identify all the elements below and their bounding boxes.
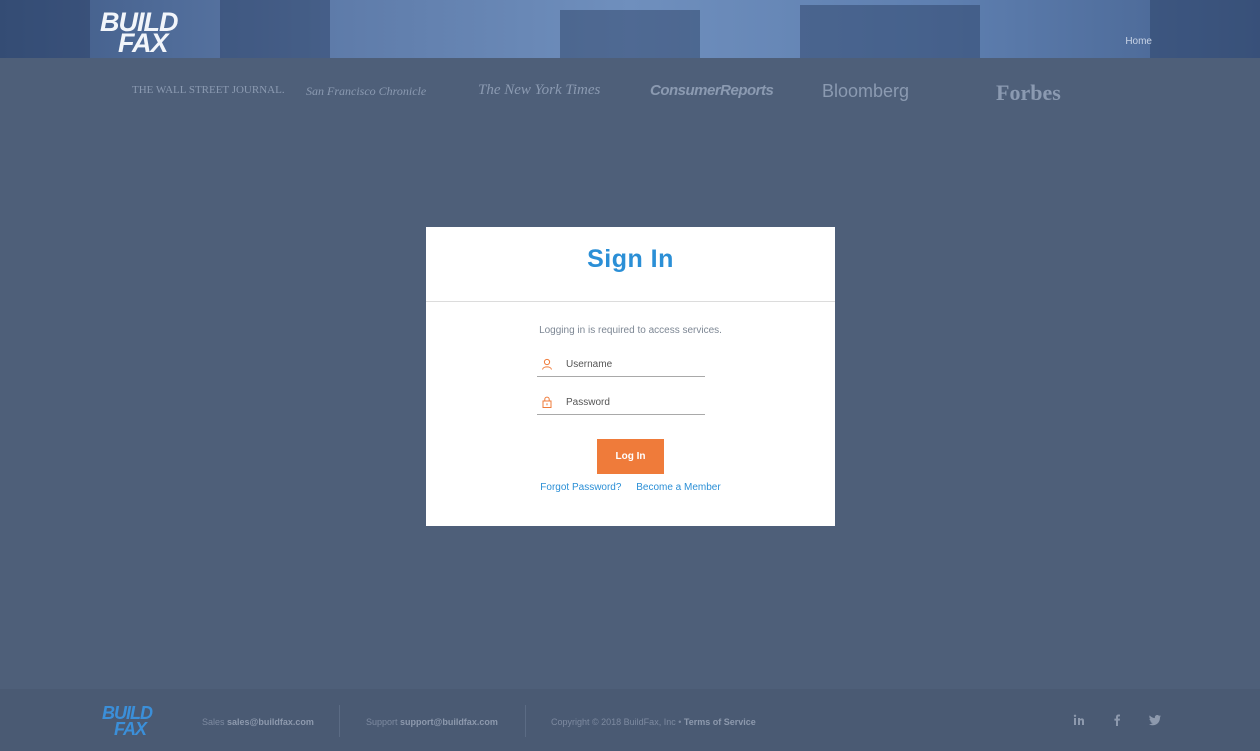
footer-sales: Sales sales@buildfax.com — [202, 717, 314, 727]
modal-header: Sign In — [426, 227, 835, 302]
buildfax-logo[interactable]: BUILD FAX — [100, 9, 178, 57]
become-member-link[interactable]: Become a Member — [636, 482, 720, 493]
lock-icon — [542, 396, 552, 408]
building-silhouette — [220, 0, 330, 58]
sales-label: Sales — [202, 717, 225, 727]
support-label: Support — [366, 717, 398, 727]
username-field — [537, 352, 705, 377]
password-input[interactable] — [566, 393, 701, 411]
footer: BUILD FAX Sales sales@buildfax.com Suppo… — [0, 689, 1260, 751]
hero-banner: BUILD FAX Home — [0, 0, 1260, 58]
building-silhouette — [800, 5, 980, 58]
press-logos-bar: THE WALL STREET JOURNAL. San Francisco C… — [0, 58, 1260, 128]
footer-divider — [525, 705, 526, 737]
press-logo-sf-chronicle: San Francisco Chronicle — [306, 84, 427, 98]
user-icon — [542, 358, 552, 370]
footer-logo[interactable]: BUILD FAX — [102, 704, 153, 739]
footer-copyright: Copyright © 2018 BuildFax, Inc • Terms o… — [551, 717, 756, 727]
signin-hint: Logging in is required to access service… — [539, 325, 722, 336]
support-email-link[interactable]: support@buildfax.com — [400, 717, 498, 727]
facebook-icon[interactable] — [1110, 713, 1124, 727]
username-input[interactable] — [566, 355, 701, 373]
modal-title: Sign In — [587, 245, 674, 273]
press-logo-forbes: Forbes — [996, 80, 1061, 105]
press-logo-bloomberg: Bloomberg — [822, 81, 910, 101]
building-silhouette — [560, 10, 700, 58]
password-field — [537, 390, 705, 415]
forgot-password-link[interactable]: Forgot Password? — [540, 482, 621, 493]
signin-modal: Sign In Logging in is required to access… — [426, 227, 835, 526]
press-logo-wsj: THE WALL STREET JOURNAL. — [132, 84, 285, 96]
copyright-text: Copyright © 2018 BuildFax, Inc • — [551, 717, 682, 727]
press-logo-nyt: The New York Times — [478, 82, 601, 98]
footer-logo-line-2: FAX — [114, 719, 147, 739]
building-silhouette — [1150, 0, 1260, 58]
signin-links: Forgot Password? Become a Member — [426, 482, 835, 493]
twitter-icon[interactable] — [1148, 713, 1162, 727]
footer-support: Support support@buildfax.com — [366, 717, 498, 727]
login-button[interactable]: Log In — [597, 439, 664, 474]
terms-link[interactable]: Terms of Service — [684, 717, 756, 727]
linkedin-icon[interactable] — [1072, 713, 1086, 727]
footer-divider — [339, 705, 340, 737]
sales-email-link[interactable]: sales@buildfax.com — [227, 717, 314, 727]
nav-home-link[interactable]: Home — [1125, 36, 1152, 47]
press-logo-consumer-reports: ConsumerReports — [650, 82, 774, 99]
building-silhouette — [0, 0, 90, 58]
